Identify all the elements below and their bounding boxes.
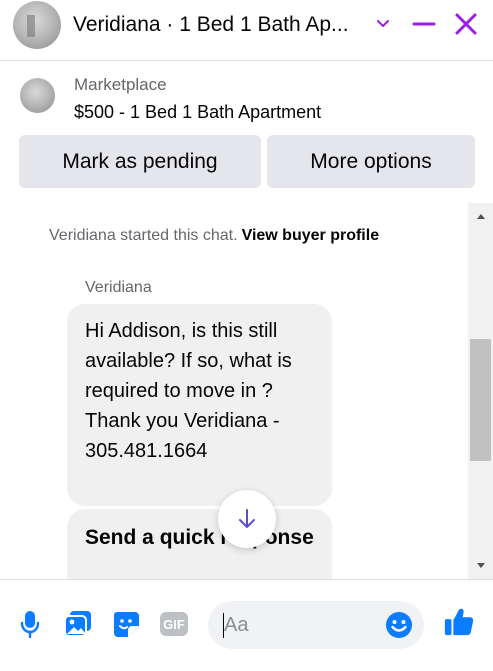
quick-response-bubble[interactable]: Send a quick response bbox=[67, 509, 332, 579]
thumbs-up-icon[interactable] bbox=[443, 606, 475, 638]
sticker-icon[interactable] bbox=[110, 608, 142, 640]
chat-scrollbar[interactable] bbox=[468, 203, 493, 579]
scroll-down-arrow-icon[interactable] bbox=[468, 556, 493, 576]
mark-as-pending-button[interactable]: Mark as pending bbox=[19, 135, 261, 188]
svg-text:GIF: GIF bbox=[163, 617, 185, 632]
microphone-icon[interactable] bbox=[14, 608, 46, 640]
scrollbar-thumb[interactable] bbox=[470, 339, 491, 461]
more-options-button[interactable]: More options bbox=[267, 135, 475, 188]
scroll-up-arrow-icon[interactable] bbox=[468, 206, 493, 226]
arrow-down-icon bbox=[239, 509, 255, 528]
gif-icon[interactable]: GIF bbox=[158, 608, 190, 640]
message-composer: GIF bbox=[0, 580, 493, 671]
message-list[interactable]: Veridiana started this chat. View buyer p… bbox=[0, 203, 468, 579]
message-input-wrapper[interactable] bbox=[208, 601, 424, 649]
chat-started-text: Veridiana started this chat. bbox=[49, 227, 238, 244]
photo-icon[interactable] bbox=[62, 608, 94, 640]
minimize-icon[interactable] bbox=[408, 8, 440, 40]
emoji-icon[interactable] bbox=[383, 609, 415, 641]
close-icon[interactable] bbox=[450, 8, 482, 40]
sender-name: Veridiana bbox=[85, 279, 152, 296]
chat-title[interactable]: Veridiana · 1 Bed 1 Bath Ap... bbox=[73, 12, 368, 38]
listing-title[interactable]: $500 - 1 Bed 1 Bath Apartment bbox=[74, 102, 321, 123]
message-input[interactable] bbox=[224, 613, 374, 637]
chat-header: Veridiana · 1 Bed 1 Bath Ap... bbox=[0, 0, 493, 50]
listing-panel: Marketplace $500 - 1 Bed 1 Bath Apartmen… bbox=[0, 61, 493, 202]
listing-thumbnail[interactable] bbox=[20, 78, 55, 113]
chat-started-notice: Veridiana started this chat. View buyer p… bbox=[49, 227, 379, 245]
listing-label: Marketplace bbox=[74, 75, 167, 94]
scroll-to-bottom-button[interactable] bbox=[218, 490, 276, 548]
avatar[interactable] bbox=[13, 1, 61, 49]
chevron-down-icon[interactable] bbox=[367, 8, 399, 40]
view-buyer-profile-link[interactable]: View buyer profile bbox=[242, 227, 380, 244]
message-bubble[interactable]: Hi Addison, is this still available? If … bbox=[67, 304, 332, 506]
